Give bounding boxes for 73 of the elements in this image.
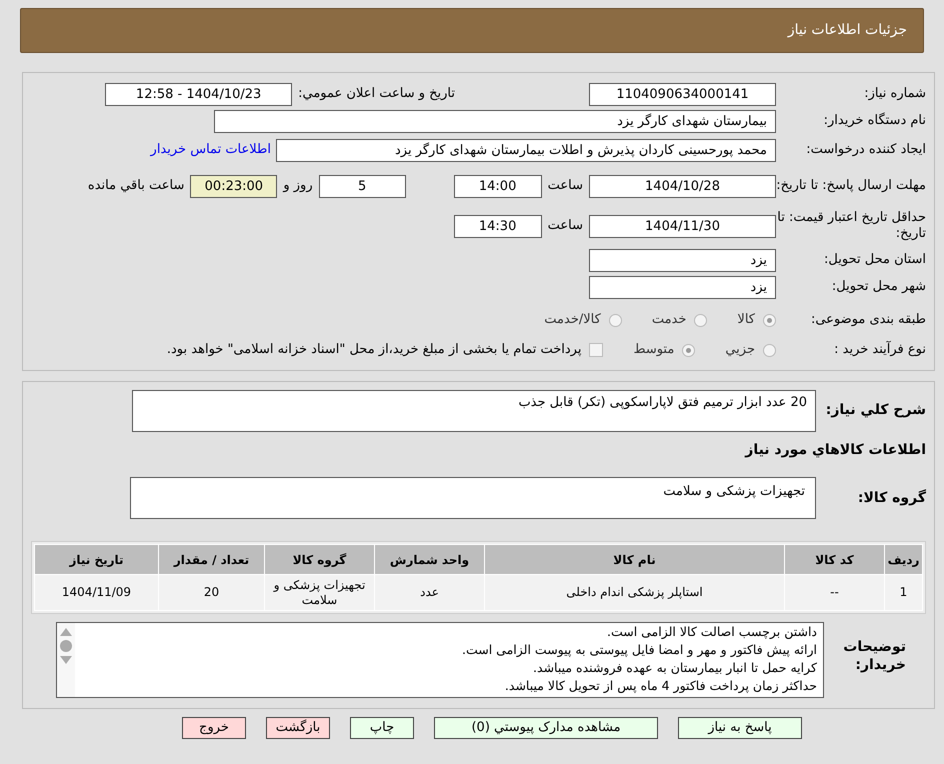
table-cell: 1404/11/09 xyxy=(34,574,158,610)
field-label: گروه کالا: xyxy=(856,488,926,508)
field-label: ساعت باقي مانده xyxy=(88,177,184,196)
column-header: کد کالا xyxy=(784,544,884,574)
table-cell: تجهیزات پزشکی و سلامت xyxy=(264,574,374,610)
radio-button[interactable] xyxy=(694,314,708,326)
page-title: جزئیات اطلاعات نیاز xyxy=(788,21,907,40)
notes-box[interactable] xyxy=(56,622,824,698)
option-label: کالا/خدمت xyxy=(544,311,601,330)
field-label: شماره نیاز: xyxy=(863,85,926,104)
action-button[interactable]: بازگشت xyxy=(266,717,330,739)
field-label: مهلت ارسال پاسخ: تا تاریخ: xyxy=(776,178,926,194)
field-label: توضیحات خریدار: xyxy=(842,638,907,674)
table-cell: استاپلر پزشکی اندام داخلی xyxy=(484,574,784,610)
column-header: واحد شمارش xyxy=(374,544,484,574)
table-cell: عدد xyxy=(374,574,484,610)
scroll-thumb-icon[interactable] xyxy=(60,640,72,652)
table-cell: 1 xyxy=(884,574,922,610)
input-field[interactable]: 1404/10/23 - 12:58 xyxy=(105,82,292,106)
action-button[interactable]: مشاهده مدارک پیوستي (0) xyxy=(434,717,658,739)
field-label: استان محل تحویل: xyxy=(823,251,926,270)
checkbox[interactable] xyxy=(589,343,604,357)
action-button[interactable]: پاسخ به نیاز xyxy=(678,717,802,739)
option-label: کالا xyxy=(737,311,755,330)
field-label: ایجاد کننده درخواست: xyxy=(805,141,926,160)
note-line: ارائه پیش فاکتور و مهر و امضا فایل پیوستی به پیوست الزامی است. xyxy=(461,641,817,659)
field-label: طبقه بندی موضوعی: xyxy=(810,311,926,330)
field-label: تاریخ و ساعت اعلان عمومي: xyxy=(298,85,455,104)
note-line: داشتن برچسب اصالت کالا الزامی است. xyxy=(606,623,817,641)
field-label: روز و xyxy=(283,177,313,196)
description-box[interactable]: 20 عدد ابزار ترمیم فتق لاپاراسکوپی (تکر) قابل جذب xyxy=(132,390,816,432)
option-label: جزيي xyxy=(725,341,755,360)
action-button[interactable]: چاپ xyxy=(350,717,414,739)
input-field[interactable]: 1404/11/30 xyxy=(589,214,776,238)
input-field[interactable]: 00:23:00 xyxy=(190,174,278,198)
note-line: حداکثر زمان پرداخت فاکتور 4 ماه پس از تحویل کالا میباشد. xyxy=(504,677,817,695)
goods-group-box[interactable]: تجهیزات پزشکی و سلامت xyxy=(130,477,816,519)
column-header: گروه کالا xyxy=(264,544,374,574)
input-field[interactable]: محمد پورحسینی کاردان پذیرش و اطلات بیمارستان شهدای کارگر یزد xyxy=(276,138,776,162)
contact-link[interactable]: اطلاعات تماس خریدار xyxy=(150,140,271,160)
radio-button[interactable] xyxy=(763,314,776,326)
radio-button[interactable] xyxy=(682,344,696,356)
column-header: تاریخ نیاز xyxy=(34,544,158,574)
field-label: نام دستگاه خریدار: xyxy=(822,112,926,130)
option-label: خدمت xyxy=(652,311,686,330)
field-label: شهر محل تحویل: xyxy=(830,278,926,296)
input-field[interactable]: 14:00 xyxy=(454,174,542,198)
radio-button[interactable] xyxy=(763,344,776,356)
input-field[interactable]: بیمارستان شهدای کارگر یزد xyxy=(214,110,776,132)
radio-button[interactable] xyxy=(608,314,622,326)
field-label: نوع فرآیند خرید : xyxy=(833,340,926,360)
input-field[interactable]: 1404/10/28 xyxy=(589,174,776,198)
input-field[interactable]: یزد xyxy=(589,276,776,298)
scroll-down-icon[interactable] xyxy=(60,656,72,664)
column-header: ردیف xyxy=(884,544,922,574)
input-field[interactable]: 5 xyxy=(318,174,406,198)
column-header: نام کالا xyxy=(484,544,784,574)
input-field[interactable]: 14:30 xyxy=(454,214,542,238)
table-cell: 20 xyxy=(158,574,264,610)
column-header: تعداد / مقدار xyxy=(158,544,264,574)
field-label: شرح کلي نیاز: xyxy=(824,401,926,420)
field-label: ساعت xyxy=(548,177,583,196)
scroll-up-icon[interactable] xyxy=(60,628,72,636)
field-label: حداقل تاریخ اعتبار قیمت: تا تاریخ: xyxy=(776,210,926,242)
payment-note: پرداخت تمام یا بخشی از مبلغ خرید،از محل "اسناد خزانه اسلامی" خواهد بود. xyxy=(166,341,582,360)
section-title: اطلاعات کالاهاي مورد نیاز xyxy=(744,441,926,460)
input-field[interactable]: 1104090634000141 xyxy=(589,82,776,106)
table-cell: -- xyxy=(784,574,884,610)
note-line: کرایه حمل تا انبار بیمارستان به عهده فروشنده میباشد. xyxy=(532,659,817,677)
action-button[interactable]: خروج xyxy=(182,717,246,739)
option-label: متوسط xyxy=(633,341,674,360)
input-field[interactable]: یزد xyxy=(589,248,776,272)
field-label: ساعت xyxy=(548,217,583,236)
